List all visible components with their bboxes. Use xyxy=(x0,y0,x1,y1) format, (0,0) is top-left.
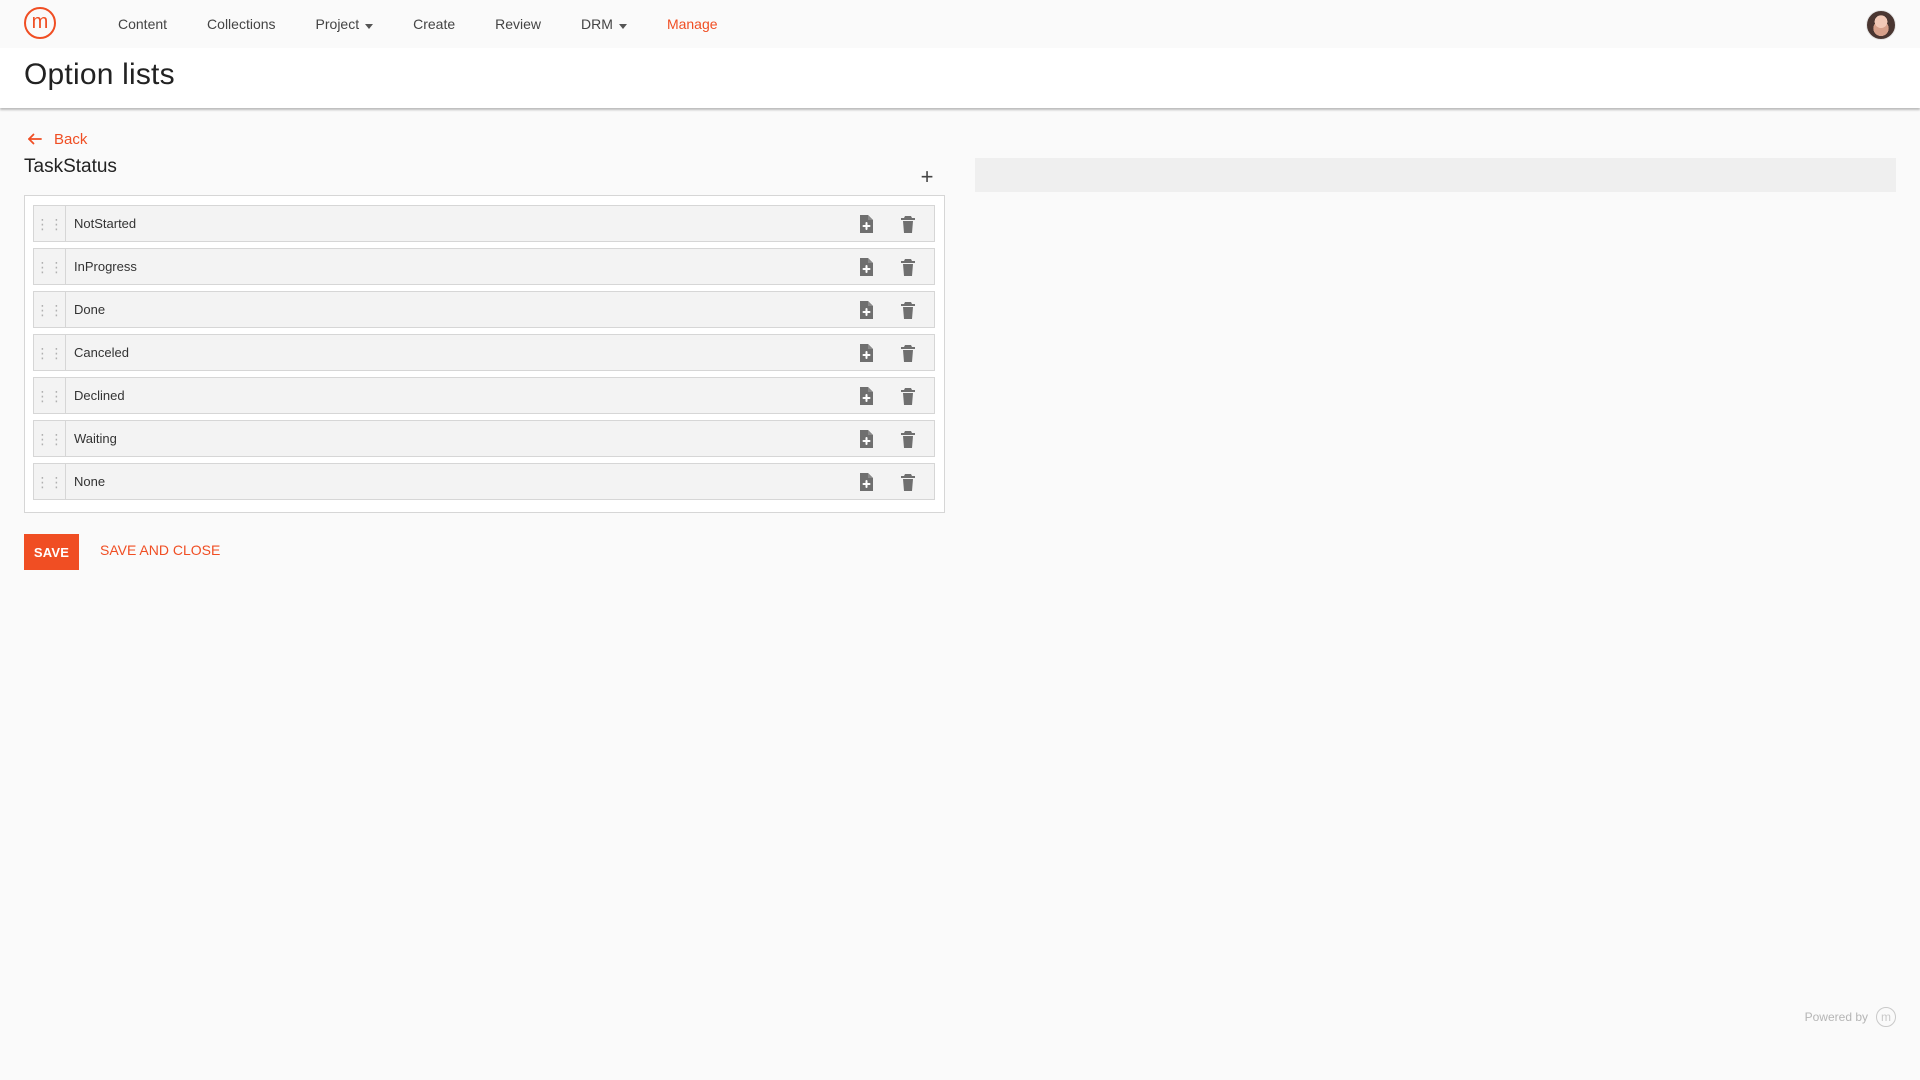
drag-handle-icon[interactable]: ⋮⋮ xyxy=(34,335,66,370)
option-list-panel: ⋮⋮ ⋮⋮ xyxy=(24,195,945,513)
drag-handle-icon[interactable]: ⋮⋮ xyxy=(34,464,66,499)
option-row: ⋮⋮ xyxy=(33,463,935,500)
add-file-icon[interactable] xyxy=(856,429,876,449)
option-row: ⋮⋮ xyxy=(33,377,935,414)
nav-review[interactable]: Review xyxy=(475,0,561,48)
add-file-icon[interactable] xyxy=(856,343,876,363)
nav-manage[interactable]: Manage xyxy=(647,0,738,48)
app-logo[interactable]: m xyxy=(24,7,56,39)
nav-project[interactable]: Project xyxy=(296,0,394,48)
option-value-input[interactable] xyxy=(66,378,824,413)
add-file-icon[interactable] xyxy=(856,300,876,320)
chevron-down-icon xyxy=(365,23,374,29)
user-avatar[interactable] xyxy=(1866,10,1896,40)
drag-handle-icon[interactable]: ⋮⋮ xyxy=(34,378,66,413)
chevron-down-icon xyxy=(618,23,627,29)
option-value-input[interactable] xyxy=(66,292,824,327)
trash-icon[interactable] xyxy=(898,257,918,277)
save-and-close-button[interactable]: SAVE AND CLOSE xyxy=(100,542,220,558)
top-navigation: m Content Collections Project Create Rev… xyxy=(0,0,1920,48)
trash-icon[interactable] xyxy=(898,300,918,320)
nav-content[interactable]: Content xyxy=(98,0,187,48)
drag-handle-icon[interactable]: ⋮⋮ xyxy=(34,249,66,284)
option-row-actions xyxy=(824,335,934,370)
option-row-actions xyxy=(824,292,934,327)
drag-handle-icon[interactable]: ⋮⋮ xyxy=(34,206,66,241)
powered-by: Powered by m xyxy=(1805,1007,1896,1027)
add-file-icon[interactable] xyxy=(856,214,876,234)
nav-project-label: Project xyxy=(315,16,360,32)
drag-handle-icon[interactable]: ⋮⋮ xyxy=(34,421,66,456)
save-button-label: SAVE xyxy=(33,544,70,560)
option-row: ⋮⋮ xyxy=(33,248,935,285)
powered-by-logo: m xyxy=(1876,1007,1896,1027)
option-row: ⋮⋮ xyxy=(33,205,935,242)
trash-icon[interactable] xyxy=(898,429,918,449)
option-row-actions xyxy=(824,421,934,456)
app-logo-text: m xyxy=(31,11,49,33)
add-option-button[interactable]: + xyxy=(916,166,938,188)
option-row: ⋮⋮ xyxy=(33,420,935,457)
detail-panel-placeholder xyxy=(975,158,1896,192)
nav-content-label: Content xyxy=(118,16,168,32)
add-file-icon[interactable] xyxy=(856,257,876,277)
save-button[interactable]: SAVE xyxy=(24,534,79,570)
main-nav: Content Collections Project Create Revie… xyxy=(98,0,738,48)
nav-collections-label: Collections xyxy=(207,16,276,32)
option-row: ⋮⋮ xyxy=(33,291,935,328)
option-value-input[interactable] xyxy=(66,335,824,370)
add-file-icon[interactable] xyxy=(856,472,876,492)
trash-icon[interactable] xyxy=(898,472,918,492)
nav-review-label: Review xyxy=(495,16,542,32)
plus-icon: + xyxy=(920,164,934,189)
arrow-left-icon xyxy=(26,130,44,148)
powered-by-label: Powered by xyxy=(1804,1010,1868,1024)
back-link[interactable]: Back xyxy=(26,130,87,148)
option-row-actions xyxy=(824,249,934,284)
trash-icon[interactable] xyxy=(898,343,918,363)
back-label: Back xyxy=(54,130,88,148)
option-value-input[interactable] xyxy=(66,249,824,284)
nav-create[interactable]: Create xyxy=(393,0,475,48)
page-header: Option lists xyxy=(0,48,1920,108)
nav-manage-label: Manage xyxy=(666,16,718,32)
nav-create-label: Create xyxy=(413,16,456,32)
option-row: ⋮⋮ xyxy=(33,334,935,371)
save-and-close-label: SAVE AND CLOSE xyxy=(100,542,221,558)
page-title: Option lists xyxy=(24,58,175,91)
option-list-name: TaskStatus xyxy=(24,156,117,177)
option-row-actions xyxy=(824,464,934,499)
nav-collections[interactable]: Collections xyxy=(187,0,295,48)
option-value-input[interactable] xyxy=(66,464,824,499)
add-file-icon[interactable] xyxy=(856,386,876,406)
option-row-actions xyxy=(824,206,934,241)
drag-handle-icon[interactable]: ⋮⋮ xyxy=(34,292,66,327)
nav-drm[interactable]: DRM xyxy=(561,0,647,48)
powered-by-logo-text: m xyxy=(1881,1010,1891,1024)
trash-icon[interactable] xyxy=(898,214,918,234)
option-value-input[interactable] xyxy=(66,421,824,456)
option-value-input[interactable] xyxy=(66,206,824,241)
trash-icon[interactable] xyxy=(898,386,918,406)
option-row-actions xyxy=(824,378,934,413)
nav-drm-label: DRM xyxy=(581,16,613,32)
